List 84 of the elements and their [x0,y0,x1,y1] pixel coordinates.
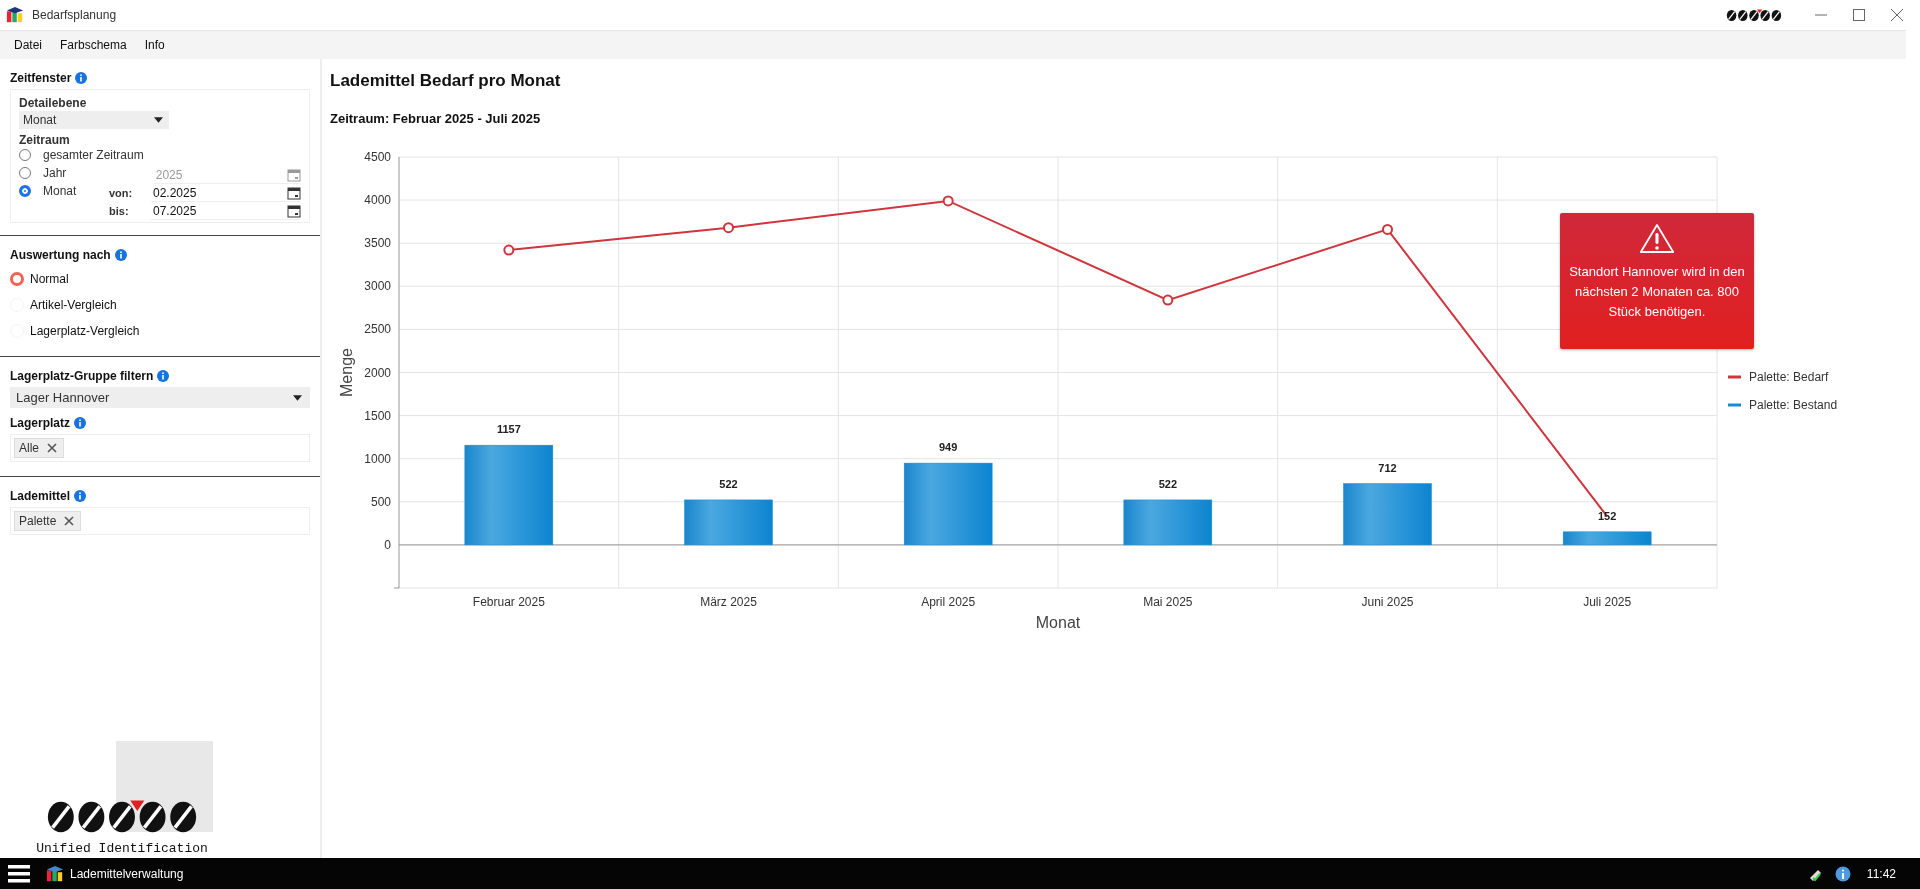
field-label: Detailebene [19,96,88,110]
axis-tick-label: 0 [384,537,391,552]
menu-item[interactable]: Info [140,38,169,52]
axis-tick-label: 2000 [364,365,391,380]
field-label: Zeitraum [19,133,71,147]
axis-tick-label: Februar 2025 [472,595,545,609]
axis-tick-label: 4500 [364,150,391,164]
data-label: 1157 [496,423,521,436]
legend-label[interactable]: Palette: Bestand [1749,398,1838,412]
axis-tick-label: 1000 [364,451,391,466]
calendar-icon[interactable] [287,185,301,200]
calendar-icon[interactable] [287,203,301,218]
radio-button[interactable] [10,272,24,286]
section-title: Lagerplatz [10,416,70,430]
legend-swatch [1728,375,1741,379]
axis-tick-label: 3000 [364,279,391,294]
axis-tick-label: 3500 [364,236,391,251]
field-label: bis: [109,205,130,217]
section-title: Lademittel [10,489,70,503]
alert-text: Standort Hannover wird in den nächsten 2 Monaten ca. 800 Stück benötigen. [1568,263,1746,321]
section-title: Lagerplatz-Gruppe filtern [10,369,154,383]
point [723,222,734,234]
page-subtitle: Zeitraum: Februar 2025 - Juli 2025 [330,111,542,126]
data-label: 949 [939,441,958,454]
axis-tick-label: April 2025 [921,595,976,609]
close-icon[interactable] [1890,8,1904,22]
logo-caption: Unified Identification [36,841,208,856]
logo-icon [1726,7,1782,23]
point [503,244,515,256]
level-dropdown[interactable]: Monat [19,111,169,129]
warning-icon [1639,223,1675,254]
point [1162,294,1174,306]
axis-title: Monat [1035,614,1081,631]
app-icon [6,6,24,24]
tag: Palette [14,511,82,531]
window-title: Bedarfsplanung [32,8,117,22]
tag: Alle [14,438,64,458]
from-date-field[interactable]: 02.2025 [151,184,301,202]
radio-label: Lagerplatz-Vergleich [30,324,140,338]
radio-label: Artikel-Vergleich [30,298,117,312]
axis-tick-label: 500 [370,494,391,509]
tag-field[interactable]: Palette [10,507,310,535]
radio-label: Jahr [43,166,68,180]
radio-label: Monat [43,184,78,198]
remove-icon[interactable] [64,516,75,526]
clock: 11:42 [1866,866,1896,881]
radio-button[interactable] [19,149,31,161]
field-label: von: [109,187,134,199]
info-icon[interactable] [1834,865,1851,882]
group-dropdown[interactable]: Lager Hannover [10,387,310,408]
legend-swatch [1728,403,1741,407]
axis-tick-label: Juli 2025 [1583,595,1632,609]
tag-field[interactable]: Alle [10,434,310,462]
data-label: 522 [1158,477,1177,490]
radio-label: gesamter Zeitraum [43,148,144,162]
menu-item[interactable]: Farbschema [56,38,131,52]
menu-item[interactable]: Datei [10,38,46,52]
data-label: 152 [1598,509,1617,522]
caret-icon [154,117,163,123]
taskbar-item[interactable]: Lademittelverwaltung [42,864,188,883]
data-label: 712 [1378,461,1397,474]
caret-icon [293,394,302,401]
point [942,195,954,207]
point [1382,223,1393,235]
menu-icon[interactable] [8,864,30,883]
legend-label[interactable]: Palette: Bedarf [1749,370,1829,384]
radio-label: Normal [30,272,69,286]
axis-tick-label: März 2025 [700,595,757,609]
remove-icon[interactable] [47,443,57,453]
data-label: 522 [719,477,738,490]
maximize-icon[interactable] [1852,8,1866,22]
axis-tick-label: Juni 2025 [1361,595,1414,609]
axis-tick-label: 2500 [364,322,391,337]
page-title: Lademittel Bedarf pro Monat [330,71,562,91]
section-title: Auswertung nach [10,248,111,262]
axis-tick-label: 1500 [364,408,391,423]
section-title: Zeitfenster [10,71,72,85]
axis-tick-label: 4000 [364,193,391,208]
radio-button[interactable] [19,167,31,179]
radio-button[interactable] [19,185,31,197]
axis-tick-label: Mai 2025 [1143,595,1193,609]
app-icon [46,864,64,883]
axis-title: Menge [338,348,355,397]
to-date-field[interactable]: 07.2025 [151,202,301,220]
